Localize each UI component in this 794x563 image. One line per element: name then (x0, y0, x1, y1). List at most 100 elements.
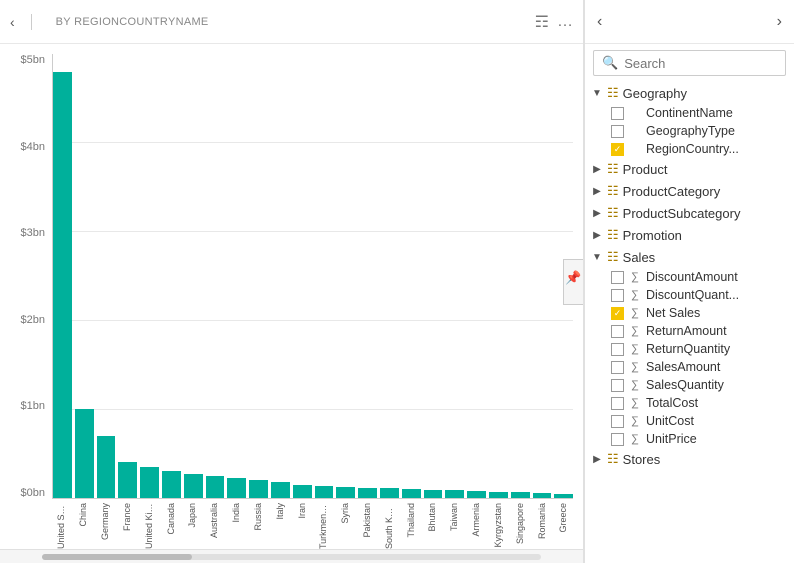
bar[interactable] (206, 476, 225, 498)
bar-wrapper[interactable] (467, 54, 486, 498)
bar[interactable] (380, 488, 399, 498)
tree-group-header[interactable]: ▶☷Product (585, 158, 794, 180)
bar[interactable] (489, 492, 508, 498)
bar[interactable] (227, 478, 246, 498)
bar[interactable] (424, 490, 443, 498)
more-options-icon[interactable]: … (557, 13, 573, 31)
scrollbar-thumb[interactable] (42, 554, 192, 560)
bar-wrapper[interactable] (118, 54, 137, 498)
bar-wrapper[interactable] (424, 54, 443, 498)
sigma-icon: ∑ (628, 379, 642, 391)
bar[interactable] (554, 494, 573, 498)
x-label-wrapper: Taiwan (445, 503, 464, 531)
back-button[interactable]: ‹ (10, 14, 32, 30)
leaf-checkbox[interactable] (611, 415, 624, 428)
back-icon: ‹ (10, 14, 15, 30)
tree-leaf[interactable]: ∑Net Sales (605, 304, 794, 322)
sidebar-forward-icon[interactable]: › (773, 11, 786, 33)
bar-wrapper[interactable] (358, 54, 377, 498)
leaf-label: ReturnQuantity (646, 342, 730, 356)
tree-leaf[interactable]: ContinentName (605, 104, 794, 122)
leaf-checkbox[interactable] (611, 397, 624, 410)
leaf-checkbox[interactable] (611, 325, 624, 338)
bar-wrapper[interactable] (533, 54, 552, 498)
tree-group-header[interactable]: ▶☷ProductCategory (585, 180, 794, 202)
bar-wrapper[interactable] (53, 54, 72, 498)
leaf-checkbox[interactable] (611, 125, 624, 138)
leaf-checkbox[interactable] (611, 307, 624, 320)
leaf-checkbox[interactable] (611, 379, 624, 392)
bar[interactable] (315, 486, 334, 498)
scrollbar-track[interactable] (42, 554, 541, 560)
sidebar-back-icon[interactable]: ‹ (593, 11, 606, 33)
tree-leaf[interactable]: ∑SalesQuantity (605, 376, 794, 394)
tree-group-header[interactable]: ▼☷Sales (585, 246, 794, 268)
leaf-checkbox[interactable] (611, 433, 624, 446)
bar-wrapper[interactable] (206, 54, 225, 498)
tree-leaf[interactable]: ∑UnitPrice (605, 430, 794, 448)
bar[interactable] (511, 492, 530, 498)
tree-group-header[interactable]: ▶☷Stores (585, 448, 794, 470)
tree-leaf[interactable]: ∑ReturnQuantity (605, 340, 794, 358)
tree-children: ∑DiscountAmount∑DiscountQuant...∑Net Sal… (585, 268, 794, 448)
tree-group-header[interactable]: ▶☷Promotion (585, 224, 794, 246)
x-label-wrapper: Japan (183, 503, 202, 528)
filters-tab[interactable]: 📌 (563, 259, 583, 305)
tree-leaf[interactable]: RegionCountry... (605, 140, 794, 158)
tree-leaf[interactable]: ∑DiscountAmount (605, 268, 794, 286)
scrollbar-area[interactable] (0, 549, 583, 563)
bar-wrapper[interactable] (380, 54, 399, 498)
leaf-checkbox[interactable] (611, 343, 624, 356)
bar[interactable] (249, 480, 268, 498)
bar-wrapper[interactable] (271, 54, 290, 498)
tree-leaf[interactable]: ∑DiscountQuant... (605, 286, 794, 304)
bar[interactable] (445, 490, 464, 498)
bar-wrapper[interactable] (97, 54, 116, 498)
bar[interactable] (75, 409, 94, 498)
filter-icon[interactable]: ☶ (535, 12, 549, 32)
bar-wrapper[interactable] (445, 54, 464, 498)
bar[interactable] (336, 487, 355, 498)
group-label: Product (623, 162, 668, 177)
leaf-checkbox[interactable] (611, 361, 624, 374)
bar-wrapper[interactable] (140, 54, 159, 498)
tree-leaf[interactable]: ∑SalesAmount (605, 358, 794, 376)
bar-wrapper[interactable] (75, 54, 94, 498)
leaf-checkbox[interactable] (611, 289, 624, 302)
bar-wrapper[interactable] (162, 54, 181, 498)
tree-leaf[interactable]: ∑UnitCost (605, 412, 794, 430)
bar[interactable] (533, 493, 552, 498)
search-box[interactable]: 🔍 (593, 50, 786, 76)
bar-wrapper[interactable] (402, 54, 421, 498)
bar[interactable] (97, 436, 116, 498)
bar[interactable] (358, 488, 377, 498)
bar[interactable] (467, 491, 486, 498)
tree-group-sales: ▼☷Sales∑DiscountAmount∑DiscountQuant...∑… (585, 246, 794, 448)
leaf-checkbox[interactable] (611, 107, 624, 120)
bar-wrapper[interactable] (315, 54, 334, 498)
bar[interactable] (162, 471, 181, 498)
bar-wrapper[interactable] (336, 54, 355, 498)
x-label: Bhutan (427, 503, 437, 532)
bar[interactable] (53, 72, 72, 498)
bar-wrapper[interactable] (249, 54, 268, 498)
tree-leaf[interactable]: ∑TotalCost (605, 394, 794, 412)
bar-wrapper[interactable] (184, 54, 203, 498)
leaf-checkbox[interactable] (611, 271, 624, 284)
leaf-checkbox[interactable] (611, 143, 624, 156)
bar-wrapper[interactable] (227, 54, 246, 498)
bar[interactable] (184, 474, 203, 498)
search-input[interactable] (624, 56, 794, 71)
bar[interactable] (271, 482, 290, 498)
bar-wrapper[interactable] (293, 54, 312, 498)
bar-wrapper[interactable] (489, 54, 508, 498)
bar-wrapper[interactable] (511, 54, 530, 498)
bar[interactable] (293, 485, 312, 498)
bar[interactable] (140, 467, 159, 498)
tree-group-header[interactable]: ▶☷ProductSubcategory (585, 202, 794, 224)
tree-leaf[interactable]: GeographyType (605, 122, 794, 140)
bar[interactable] (118, 462, 137, 498)
tree-group-header[interactable]: ▼☷Geography (585, 82, 794, 104)
bar[interactable] (402, 489, 421, 498)
tree-leaf[interactable]: ∑ReturnAmount (605, 322, 794, 340)
